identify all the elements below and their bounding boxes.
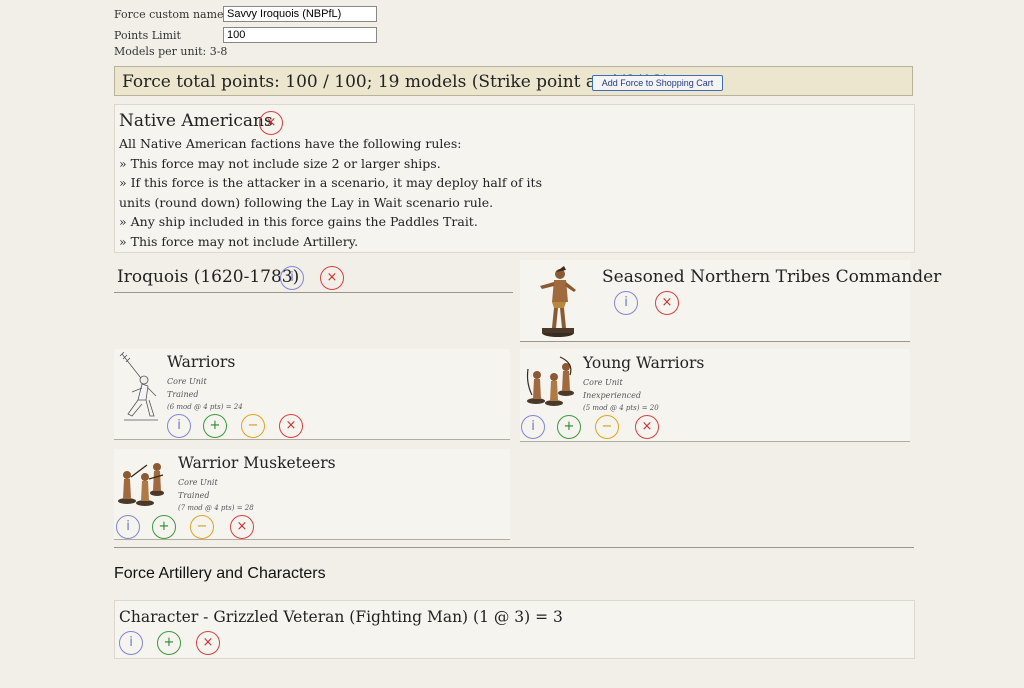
close-icon: × [265, 115, 277, 130]
info-icon: i [624, 295, 628, 310]
minus-icon: − [196, 519, 208, 534]
section-divider [114, 547, 914, 548]
remove-character-button[interactable]: × [196, 631, 220, 655]
plus-icon: + [163, 635, 175, 650]
unit-quality: Trained [167, 390, 199, 399]
force-total-text: Force total points: 100 / 100; 19 models… [122, 72, 670, 92]
force-name-label: Force custom name: [114, 8, 228, 21]
rule-line: » This force may not include size 2 or l… [119, 155, 441, 171]
rule-line: » If this force is the attacker in a sce… [119, 175, 542, 190]
unit-cost: (7 mod @ 4 pts) = 28 [178, 504, 254, 512]
close-icon: × [661, 295, 673, 310]
unit-info-button[interactable]: i [167, 414, 191, 438]
force-name-input[interactable] [223, 6, 377, 22]
minus-icon: − [601, 419, 613, 434]
info-icon: i [290, 270, 294, 285]
unit-card-warrior-musketeers: Warrior Musketeers Core Unit Trained (7 … [114, 449, 510, 540]
add-model-button[interactable]: + [152, 515, 176, 539]
remove-unit-button[interactable]: × [635, 415, 659, 439]
info-icon: i [129, 635, 133, 650]
unit-card-young-warriors: Young Warriors Core Unit Inexperienced (… [520, 349, 910, 442]
close-icon: × [285, 418, 297, 433]
plus-icon: + [209, 418, 221, 433]
remove-model-button[interactable]: − [190, 515, 214, 539]
force-total-bar: Force total points: 100 / 100; 19 models… [114, 66, 913, 96]
add-model-button[interactable]: + [557, 415, 581, 439]
models-per-unit: Models per unit: 3-8 [114, 45, 228, 58]
unit-name: Warrior Musketeers [178, 454, 336, 472]
remove-commander-button[interactable]: × [655, 291, 679, 315]
plus-icon: + [158, 519, 170, 534]
info-icon: i [531, 419, 535, 434]
unit-type: Core Unit [178, 478, 218, 487]
rule-line: units (round down) following the Lay in … [119, 194, 494, 210]
character-text: Character - Grizzled Veteran (Fighting M… [119, 608, 563, 626]
unit-type: Core Unit [167, 377, 207, 386]
rule-line: » Any ship included in this force gains … [119, 214, 478, 229]
faction-rules: All Native American factions have the fo… [119, 134, 542, 251]
commander-figure-image [540, 266, 576, 337]
unit-name: Young Warriors [583, 354, 705, 372]
unit-cost: (6 mod @ 4 pts) = 24 [167, 403, 243, 411]
minus-icon: − [247, 418, 259, 433]
list-title: Iroquois (1620-1783) [117, 267, 300, 287]
rule-line: All Native American factions have the fo… [119, 136, 462, 151]
add-model-button[interactable]: + [203, 414, 227, 438]
faction-panel: Native Americans × All Native American f… [114, 104, 915, 253]
points-limit-label: Points Limit [114, 29, 181, 42]
remove-faction-button[interactable]: × [259, 111, 283, 135]
character-info-button[interactable]: i [119, 631, 143, 655]
unit-quality: Inexperienced [583, 391, 642, 400]
unit-cost: (5 mod @ 4 pts) = 20 [583, 404, 659, 412]
remove-model-button[interactable]: − [595, 415, 619, 439]
info-icon: i [177, 418, 181, 433]
list-info-button[interactable]: i [280, 266, 304, 290]
faction-title: Native Americans [119, 111, 273, 131]
close-icon: × [202, 635, 214, 650]
divider [114, 292, 513, 293]
unit-quality: Trained [178, 491, 210, 500]
commander-card: Seasoned Northern Tribes Commander i × [520, 260, 941, 342]
character-panel: Character - Grizzled Veteran (Fighting M… [114, 600, 915, 659]
rule-line: » This force may not include Artillery. [119, 233, 359, 249]
remove-unit-button[interactable]: × [230, 515, 254, 539]
commander-info-button[interactable]: i [614, 291, 638, 315]
add-character-button[interactable]: + [157, 631, 181, 655]
young-warriors-figure-image [526, 356, 574, 406]
unit-info-button[interactable]: i [116, 515, 140, 539]
remove-unit-button[interactable]: × [279, 414, 303, 438]
close-icon: × [236, 519, 248, 534]
points-limit-input[interactable] [223, 27, 377, 43]
close-icon: × [326, 270, 338, 285]
unit-type: Core Unit [583, 378, 623, 387]
warriors-sketch-image [119, 352, 158, 421]
close-icon: × [641, 419, 653, 434]
unit-card-warriors: Warriors Core Unit Trained (6 mod @ 4 pt… [114, 349, 510, 440]
plus-icon: + [563, 419, 575, 434]
info-icon: i [126, 519, 130, 534]
add-to-cart-button[interactable]: Add Force to Shopping Cart [592, 75, 723, 91]
unit-info-button[interactable]: i [521, 415, 545, 439]
commander-name: Seasoned Northern Tribes Commander [602, 267, 942, 287]
section-title: Force Artillery and Characters [114, 565, 326, 582]
remove-model-button[interactable]: − [241, 414, 265, 438]
remove-list-button[interactable]: × [320, 266, 344, 290]
musketeers-figure-image [118, 463, 164, 506]
unit-name: Warriors [167, 353, 236, 371]
